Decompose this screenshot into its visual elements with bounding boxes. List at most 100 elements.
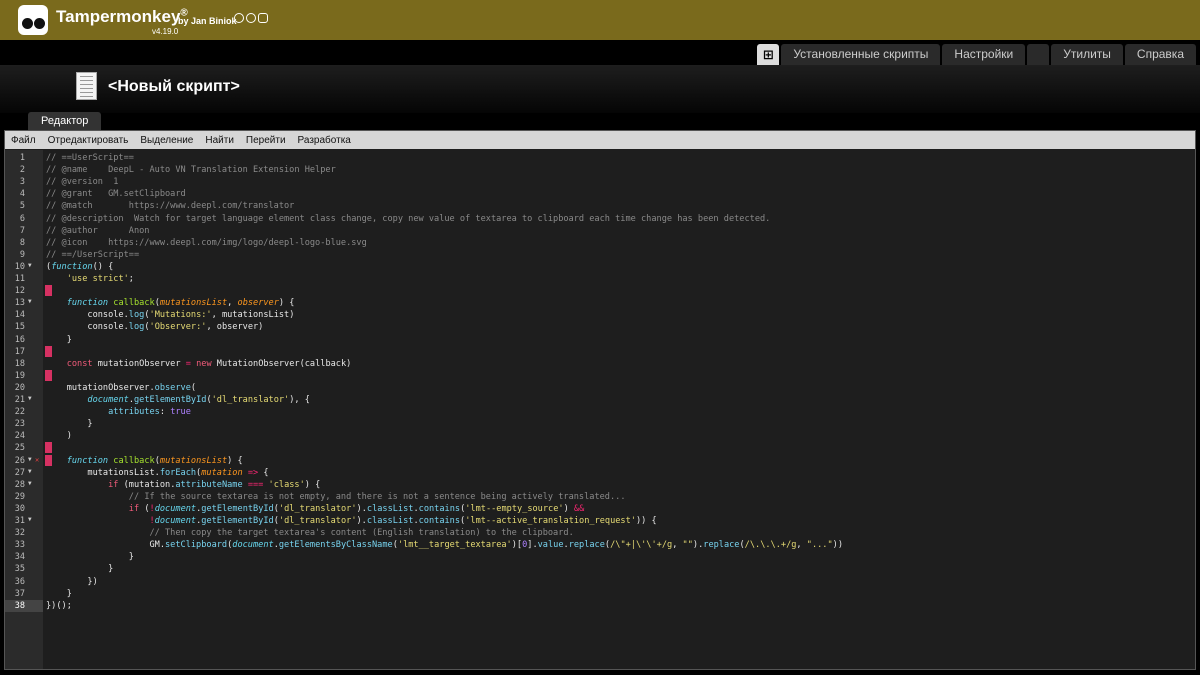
code-line[interactable]: // If the source textarea is not empty, … [43, 491, 626, 503]
code-line[interactable]: // Then copy the target textarea's conte… [43, 527, 573, 539]
line-number[interactable]: 36 [5, 576, 43, 588]
code-line[interactable] [43, 346, 46, 358]
line-number[interactable]: 12 [5, 285, 43, 297]
code-line[interactable] [43, 442, 46, 454]
code-line[interactable]: function callback(mutationsList, observe… [43, 297, 295, 309]
github-icon[interactable] [234, 13, 244, 23]
code-line[interactable]: function callback(mutationsList) { [43, 455, 243, 467]
line-number-gutter[interactable]: 1 2 3 4 5 6 7 8 9 10 ▼ 11 12 13 ▼ 14 15 16 17 18 19 20 21 ▼ 22 23… [5, 150, 43, 669]
tampermonkey-logo-icon[interactable] [18, 5, 48, 35]
code-line[interactable]: attributes: true [43, 406, 191, 418]
error-icon[interactable]: ✕ [35, 456, 39, 464]
line-number[interactable]: 37 [5, 588, 43, 600]
brand-name[interactable]: Tampermonkey® [56, 7, 188, 27]
menu-edit[interactable]: Отредактировать [42, 135, 135, 146]
tab-help[interactable]: Справка [1124, 44, 1196, 65]
tab-unknown-icon[interactable] [1027, 44, 1050, 65]
code-line[interactable]: console.log('Mutations:', mutationsList) [43, 309, 294, 321]
tab-editor[interactable]: Редактор [28, 112, 102, 130]
line-number[interactable]: 28 ▼ [5, 479, 43, 491]
code-line[interactable]: !document.getElementById('dl_translator'… [43, 515, 656, 527]
code-line[interactable]: (function() { [43, 261, 113, 273]
tab-settings[interactable]: Настройки [942, 44, 1026, 65]
menu-selection[interactable]: Выделение [134, 135, 199, 146]
line-number[interactable]: 16 [5, 334, 43, 346]
instagram-icon[interactable] [258, 13, 268, 23]
code-line[interactable]: // @version 1 [43, 176, 118, 188]
code-area[interactable]: // ==UserScript==// @name DeepL - Auto V… [43, 150, 1195, 669]
line-number[interactable]: 5 [5, 200, 43, 212]
fold-toggle-icon[interactable]: ▼ [28, 456, 32, 463]
code-line[interactable]: } [43, 334, 72, 346]
new-script-tab-icon[interactable]: ⊞ [757, 44, 780, 65]
line-number[interactable]: 34 [5, 551, 43, 563]
fold-toggle-icon[interactable]: ▼ [28, 468, 32, 475]
code-line[interactable]: // @name DeepL - Auto VN Translation Ext… [43, 164, 336, 176]
line-number[interactable]: 23 [5, 418, 43, 430]
code-line[interactable]: if (mutation.attributeName === 'class') … [43, 479, 320, 491]
code-line[interactable]: } [43, 563, 113, 575]
line-number[interactable]: 2 [5, 164, 43, 176]
code-line[interactable]: 'use strict'; [43, 273, 134, 285]
line-number[interactable]: 15 [5, 321, 43, 333]
fold-toggle-icon[interactable]: ▼ [28, 395, 32, 402]
line-number[interactable]: 11 [5, 273, 43, 285]
menu-find[interactable]: Найти [199, 135, 240, 146]
line-number[interactable]: 4 [5, 188, 43, 200]
code-line[interactable]: })(); [43, 600, 72, 612]
code-line[interactable]: document.getElementById('dl_translator')… [43, 394, 310, 406]
code-line[interactable]: } [43, 551, 134, 563]
line-number[interactable]: 22 [5, 406, 43, 418]
code-line[interactable] [43, 285, 46, 297]
line-number[interactable]: 30 [5, 503, 43, 515]
line-number[interactable]: 31 ▼ [5, 515, 43, 527]
code-line[interactable]: }) [43, 576, 97, 588]
code-line[interactable]: console.log('Observer:', observer) [43, 321, 263, 333]
line-number[interactable]: 9 [5, 249, 43, 261]
menu-goto[interactable]: Перейти [240, 135, 292, 146]
fold-toggle-icon[interactable]: ▼ [28, 480, 32, 487]
code-line[interactable]: // @description Watch for target languag… [43, 213, 770, 225]
line-number[interactable]: 33 [5, 539, 43, 551]
line-number[interactable]: 27 ▼ [5, 467, 43, 479]
line-number[interactable]: 1 [5, 152, 43, 164]
line-number[interactable]: 25 [5, 442, 43, 454]
tab-installed-scripts[interactable]: Установленные скрипты [781, 44, 941, 65]
line-number[interactable]: 7 [5, 225, 43, 237]
code-line[interactable]: // @grant GM.setClipboard [43, 188, 186, 200]
code-line[interactable]: } [43, 418, 92, 430]
line-number[interactable]: 14 [5, 309, 43, 321]
code-line[interactable]: // @author Anon [43, 225, 149, 237]
line-number[interactable]: 8 [5, 237, 43, 249]
menu-file[interactable]: Файл [5, 135, 42, 146]
line-number[interactable]: 32 [5, 527, 43, 539]
line-number[interactable]: 29 [5, 491, 43, 503]
code-line[interactable]: ) [43, 430, 72, 442]
line-number[interactable]: 3 [5, 176, 43, 188]
line-number[interactable]: 26 ▼ ✕ [5, 455, 43, 467]
line-number[interactable]: 17 [5, 346, 43, 358]
fold-toggle-icon[interactable]: ▼ [28, 298, 32, 305]
fold-toggle-icon[interactable]: ▼ [28, 262, 32, 269]
code-line[interactable]: mutationsList.forEach(mutation => { [43, 467, 268, 479]
line-number[interactable]: 24 [5, 430, 43, 442]
line-number[interactable]: 38 [5, 599, 43, 612]
line-number[interactable]: 21 ▼ [5, 394, 43, 406]
code-line[interactable]: if (!document.getElementById('dl_transla… [43, 503, 584, 515]
code-line[interactable]: // @icon https://www.deepl.com/img/logo/… [43, 237, 367, 249]
code-line[interactable]: // @match https://www.deepl.com/translat… [43, 200, 294, 212]
code-line[interactable]: // ==/UserScript== [43, 249, 139, 261]
line-number[interactable]: 35 [5, 563, 43, 575]
line-number[interactable]: 13 ▼ [5, 297, 43, 309]
code-line[interactable]: // ==UserScript== [43, 152, 134, 164]
line-number[interactable]: 20 [5, 382, 43, 394]
code-line[interactable]: mutationObserver.observe( [43, 382, 196, 394]
code-line[interactable]: } [43, 588, 72, 600]
line-number[interactable]: 10 ▼ [5, 261, 43, 273]
line-number[interactable]: 19 [5, 370, 43, 382]
facebook-icon[interactable] [246, 13, 256, 23]
line-number[interactable]: 6 [5, 213, 43, 225]
code-line[interactable]: const mutationObserver = new MutationObs… [43, 358, 352, 370]
tab-utilities[interactable]: Утилиты [1051, 44, 1123, 65]
fold-toggle-icon[interactable]: ▼ [28, 516, 32, 523]
